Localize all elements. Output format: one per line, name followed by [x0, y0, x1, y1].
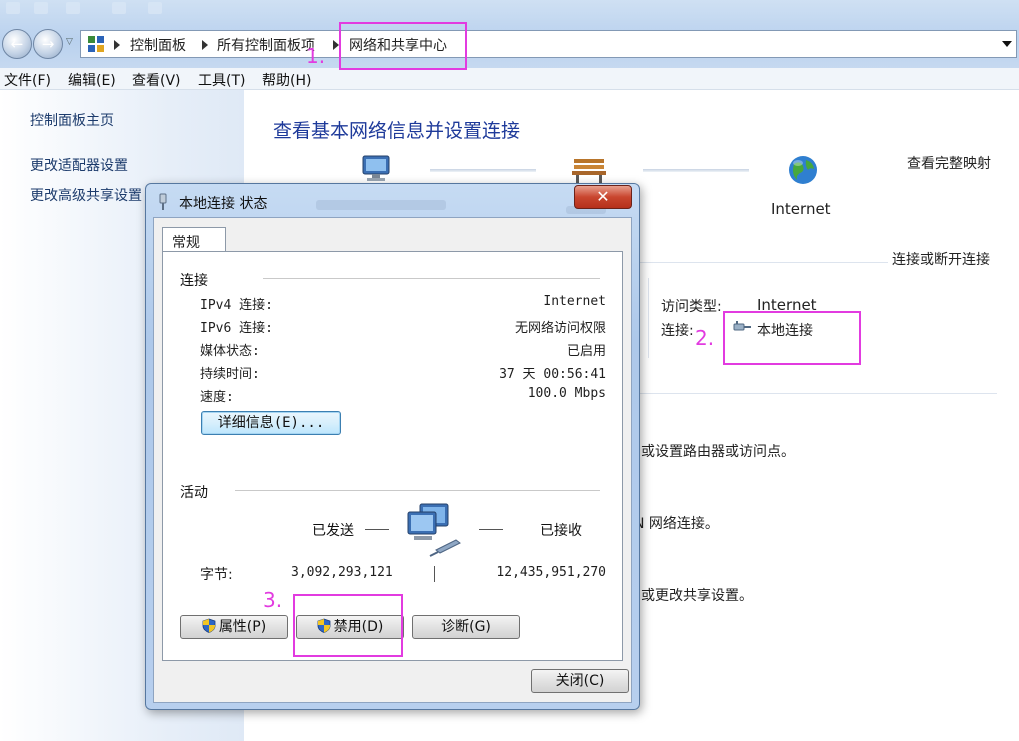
map-connector [430, 169, 536, 172]
network-activity-icon [407, 503, 461, 557]
bytes-sent-value: 3,092,293,121 [291, 565, 393, 580]
router-setup-text[interactable]: 或设置路由器或访问点。 [641, 441, 795, 461]
address-bar[interactable]: 控制面板 所有控制面板项 网络和共享中心 [80, 30, 1017, 58]
bytes-received-value: 12,435,951,270 [496, 565, 606, 580]
control-panel-icon [88, 36, 104, 52]
dialog-title: 本地连接 状态 [179, 196, 268, 212]
menu-edit[interactable]: 编辑(E) [68, 70, 116, 90]
uac-shield-icon [202, 618, 216, 633]
activity-group-label: 活动 [180, 485, 208, 501]
sharing-text[interactable]: 或更改共享设置。 [641, 585, 753, 605]
network-bench-icon [572, 159, 606, 183]
highlight-box-step3 [293, 594, 403, 657]
properties-button[interactable]: 属性(P) [180, 615, 288, 639]
highlight-box-step1 [339, 22, 467, 70]
received-label: 已接收 [540, 523, 582, 539]
sent-label: 已发送 [312, 523, 354, 539]
network-adapter-icon [159, 193, 167, 210]
sidebar-item-home[interactable]: 控制面板主页 [30, 110, 114, 130]
address-dropdown-icon[interactable] [1002, 41, 1012, 47]
diagnose-button[interactable]: 诊断(G) [412, 615, 520, 639]
group-divider [235, 490, 600, 491]
sent-line [365, 529, 389, 530]
recent-pages-icon[interactable]: ▽ [66, 37, 73, 47]
media-state-value: 已启用 [566, 344, 606, 359]
bytes-label: 字节: [200, 567, 233, 583]
forward-button[interactable]: → [33, 29, 63, 59]
duration-value: 37 天 00:56:41 [499, 367, 606, 382]
page-title: 查看基本网络信息并设置连接 [273, 120, 521, 142]
properties-icon[interactable] [148, 2, 162, 14]
section-divider [648, 278, 649, 358]
group-divider [263, 278, 600, 279]
connection-group-label: 连接 [180, 273, 208, 289]
dialog-close-button-bottom[interactable]: 关闭(C) [531, 669, 629, 693]
duration-label: 持续时间: [200, 367, 260, 382]
access-type-label: 访问类型: [661, 299, 722, 315]
menu-help[interactable]: 帮助(H) [262, 70, 311, 90]
sidebar-item-advanced-sharing[interactable]: 更改高级共享设置 [30, 185, 142, 205]
breadcrumb-arrow-icon[interactable] [114, 40, 120, 50]
sidebar-item-adapter-settings[interactable]: 更改适配器设置 [30, 155, 128, 175]
highlight-box-step2 [723, 311, 861, 365]
breadcrumb-arrow-icon[interactable] [202, 40, 208, 50]
ipv4-value: Internet [543, 294, 606, 309]
step3-label: 3. [263, 588, 283, 612]
connect-disconnect-link[interactable]: 连接或断开连接 [892, 249, 990, 269]
refresh-icon[interactable] [112, 2, 126, 14]
section-divider [640, 393, 997, 394]
back-button[interactable]: ← [2, 29, 32, 59]
speed-value: 100.0 Mbps [527, 386, 606, 401]
connection-label: 连接: [661, 323, 694, 339]
window-toolbar: ← → ▽ 控制面板 所有控制面板项 网络和共享中心 [0, 0, 1019, 68]
internet-label: Internet [771, 200, 831, 218]
menu-bar: 文件(F) 编辑(E) 查看(V) 工具(T) 帮助(H) [0, 68, 1019, 90]
vpn-text[interactable]: N 网络连接。 [634, 513, 719, 533]
ipv6-value: 无网络访问权限 [514, 321, 606, 336]
ipv6-label: IPv6 连接: [200, 321, 273, 336]
details-button[interactable]: 详细信息(E)... [201, 411, 341, 435]
menu-view[interactable]: 查看(V) [132, 70, 181, 90]
step1-label: 1. [306, 44, 326, 68]
computer-icon [362, 155, 390, 181]
view-full-map-link[interactable]: 查看完整映射 [907, 153, 991, 173]
menu-tools[interactable]: 工具(T) [198, 70, 245, 90]
bytes-divider [434, 566, 435, 582]
ipv4-label: IPv4 连接: [200, 298, 273, 313]
quick-access-icon[interactable] [6, 2, 20, 14]
menu-file[interactable]: 文件(F) [4, 70, 51, 90]
step2-label: 2. [695, 326, 715, 350]
breadcrumb-all-items[interactable]: 所有控制面板项 [217, 35, 315, 55]
quick-access-icon[interactable] [34, 2, 48, 14]
media-state-label: 媒体状态: [200, 344, 260, 359]
undo-icon[interactable] [66, 2, 80, 14]
internet-globe-icon [789, 156, 817, 184]
speed-label: 速度: [200, 390, 234, 405]
breadcrumb-control-panel[interactable]: 控制面板 [130, 35, 186, 55]
tab-general[interactable]: 常规 [162, 227, 226, 253]
received-line [479, 529, 503, 530]
section-divider [640, 262, 888, 263]
dialog-close-button[interactable]: ✕ [574, 185, 632, 209]
properties-button-label: 属性(P) [218, 619, 267, 635]
map-connector [643, 169, 749, 172]
background-ghost-text [316, 200, 446, 210]
